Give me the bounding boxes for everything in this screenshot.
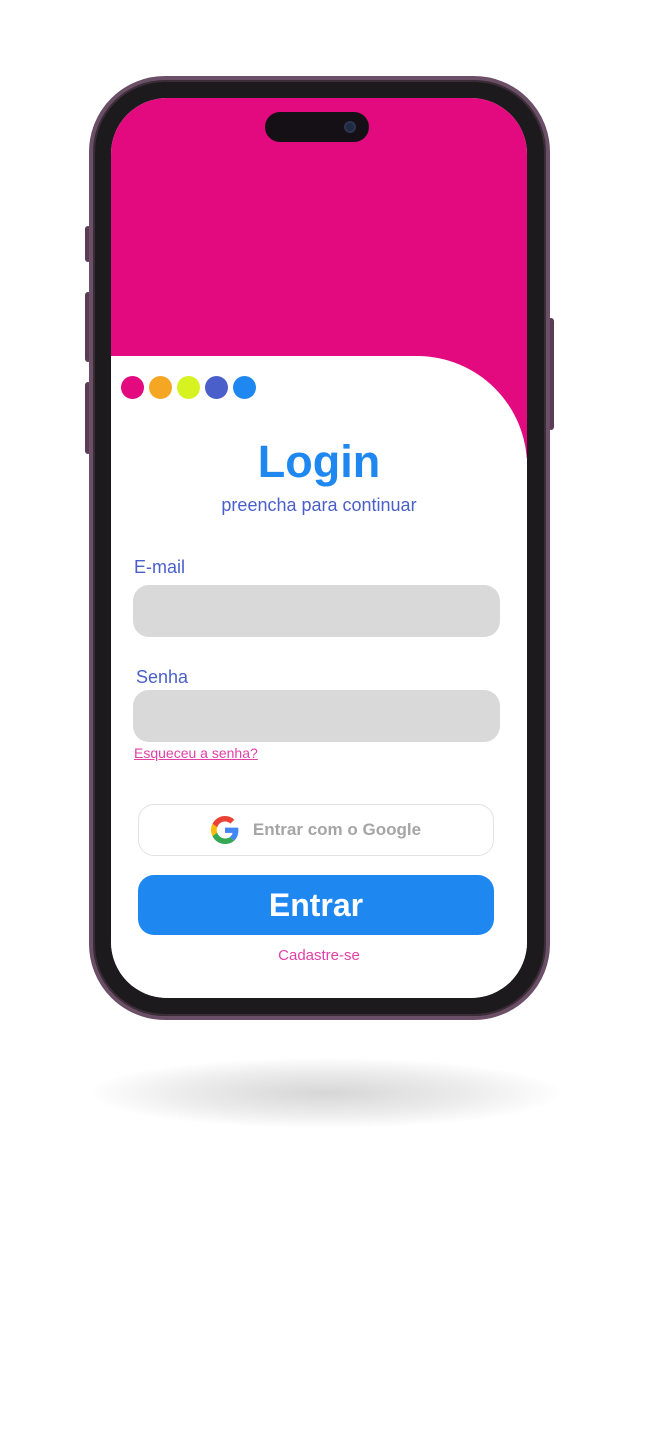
email-label: E-mail bbox=[134, 557, 186, 577]
magenta-dot-icon bbox=[121, 376, 144, 399]
camera-icon bbox=[344, 121, 356, 133]
orange-dot-icon bbox=[149, 376, 172, 399]
blue-dot-icon bbox=[233, 376, 256, 399]
forgot-password-link[interactable]: Esqueceu a senha? bbox=[134, 745, 258, 761]
lime-dot-icon bbox=[177, 376, 200, 399]
page-subtitle: preencha para continuar bbox=[221, 495, 417, 515]
signup-link[interactable]: Cadastre-se bbox=[111, 947, 527, 964]
login-button[interactable]: Entrar bbox=[138, 875, 494, 935]
google-login-button[interactable]: Entrar com o Google bbox=[138, 804, 494, 856]
google-icon bbox=[210, 816, 239, 844]
password-field[interactable] bbox=[133, 690, 500, 742]
email-field[interactable] bbox=[133, 585, 500, 637]
indigo-dot-icon bbox=[205, 376, 228, 399]
dynamic-island bbox=[265, 112, 369, 142]
phone-shadow bbox=[90, 1058, 560, 1128]
google-login-label: Entrar com o Google bbox=[252, 820, 422, 839]
page-title: Login bbox=[257, 436, 381, 487]
password-label: Senha bbox=[136, 667, 189, 687]
brand-dots bbox=[121, 376, 256, 399]
phone-screen: Login preencha para continuar E-mail Sen… bbox=[111, 98, 527, 998]
